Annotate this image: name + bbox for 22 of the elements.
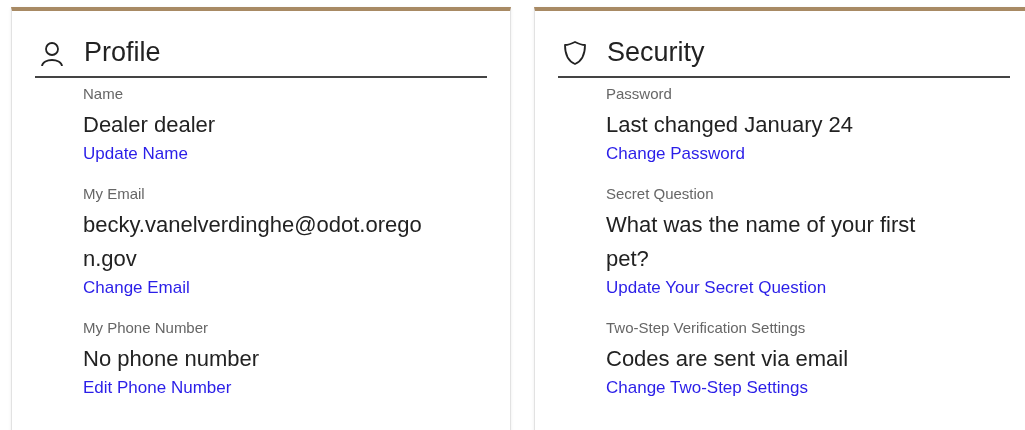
field-link[interactable]: Change Two-Step Settings bbox=[606, 376, 808, 400]
field-value: Codes are sent via email bbox=[606, 345, 849, 373]
field-value: Last changed January 24 bbox=[606, 111, 854, 139]
shield-icon bbox=[563, 39, 587, 66]
field-label: Name bbox=[83, 84, 123, 104]
person-icon bbox=[40, 39, 64, 66]
field-value: Dealer dealer bbox=[83, 111, 216, 139]
card-title: Security bbox=[607, 37, 705, 68]
field-link[interactable]: Edit Phone Number bbox=[83, 376, 232, 400]
field-link[interactable]: Update Name bbox=[83, 142, 188, 166]
field-value: What was the name of your first pet? bbox=[606, 211, 917, 273]
field-value: No phone number bbox=[83, 345, 260, 373]
field-label: My Phone Number bbox=[83, 318, 209, 338]
field-link[interactable]: Change Password bbox=[606, 142, 745, 166]
field-label: Two-Step Verification Settings bbox=[606, 318, 806, 338]
card-title: Profile bbox=[84, 37, 161, 68]
field-value: becky.vanelverdinghe@odot.oregon.gov bbox=[83, 211, 423, 273]
field-label: Secret Question bbox=[606, 184, 714, 204]
field-link[interactable]: Change Email bbox=[83, 276, 190, 300]
field-link[interactable]: Update Your Secret Question bbox=[606, 276, 827, 300]
field-label: Password bbox=[606, 84, 672, 104]
field-label: My Email bbox=[83, 184, 145, 204]
